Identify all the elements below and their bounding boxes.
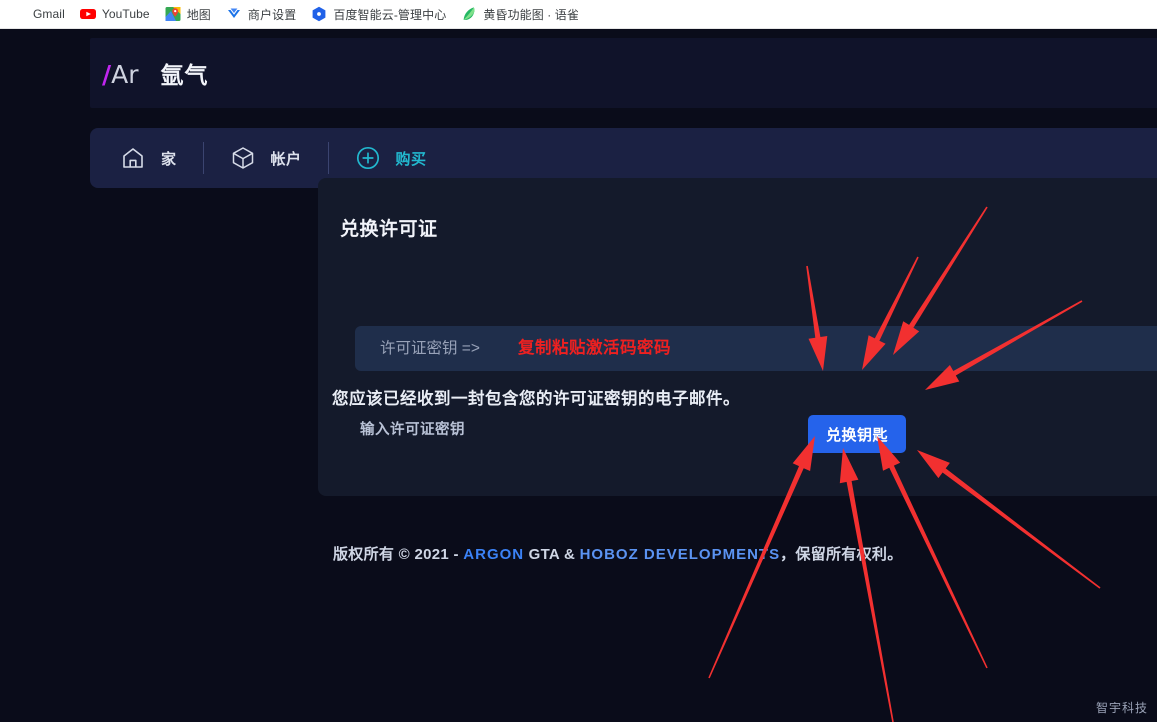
gmail-icon — [11, 6, 27, 22]
license-key-label: 输入许可证密钥 — [360, 422, 465, 438]
license-card: 兑换许可证 输入许可证密钥 复制粘贴激活码密码 您应该已经收到一封包含您的许可证… — [318, 178, 1157, 496]
nav-label: 帐户 — [270, 150, 302, 168]
license-key-input[interactable] — [355, 326, 1157, 371]
baidu-cloud-icon — [311, 6, 327, 22]
nav-item-home[interactable]: 家 — [90, 128, 203, 188]
bookmark-label: Gmail — [33, 7, 65, 21]
footer-link-hoboz[interactable]: HOBOZ DEVELOPMENTS — [580, 546, 781, 563]
footer-mid: GTA & — [524, 546, 580, 563]
helper-text: 您应该已经收到一封包含您的许可证密钥的电子邮件。 — [332, 390, 740, 408]
bookmark-label: 地图 — [186, 7, 211, 22]
site-header: /Ar 氩气 — [90, 38, 1157, 108]
brand-name: 氩气 — [160, 62, 209, 88]
brand-logo[interactable]: /Ar 氩气 — [90, 56, 209, 90]
footer-link-argon[interactable]: ARGON — [463, 546, 524, 563]
browser-bookmark-bar: Gmail YouTube 地图 商户设置 百度智能云-管理中心 黄昏功能图 ·… — [0, 0, 1157, 29]
bookmark-merchant-settings[interactable]: 商户设置 — [219, 2, 303, 26]
bookmark-gmail[interactable]: Gmail — [4, 2, 72, 26]
bookmark-label: 商户设置 — [247, 7, 297, 22]
cube-icon — [230, 145, 256, 171]
redeem-key-button[interactable]: 兑换钥匙 — [808, 415, 906, 453]
bookmark-youtube[interactable]: YouTube — [73, 2, 157, 26]
logo-mark: /Ar — [102, 60, 139, 89]
nav-item-account[interactable]: 帐户 — [204, 128, 328, 188]
footer-prefix: 版权所有 © 2021 - — [333, 546, 464, 563]
nav-label: 购买 — [395, 150, 427, 168]
footer-suffix: ，保留所有权利。 — [780, 546, 903, 563]
bookmark-label: 黄昏功能图 · 语雀 — [483, 7, 579, 22]
argon-app-page: /Ar 氩气 家 帐户 购买 兑换许可证 输入许可证密钥 许可证密钥 => 复制… — [0, 29, 1157, 722]
bookmark-baidu-cloud[interactable]: 百度智能云-管理中心 — [304, 2, 453, 26]
google-maps-icon — [165, 6, 181, 22]
merchant-settings-icon — [226, 6, 242, 22]
footer-copyright: 版权所有 © 2021 - ARGON GTA & HOBOZ DEVELOPM… — [333, 543, 903, 564]
plus-circle-icon — [355, 145, 381, 171]
logo-text: Ar — [111, 60, 139, 89]
yuque-icon — [461, 6, 477, 22]
bookmark-yuque[interactable]: 黄昏功能图 · 语雀 — [454, 2, 586, 26]
nav-label: 家 — [161, 150, 177, 168]
home-icon — [120, 145, 146, 171]
youtube-icon — [79, 6, 96, 22]
bookmark-label: 百度智能云-管理中心 — [333, 7, 447, 22]
watermark-text: 智宇科技 — [1095, 701, 1148, 715]
page-title: 兑换许可证 — [340, 219, 438, 240]
logo-slash: / — [102, 60, 112, 89]
bookmark-label: YouTube — [101, 7, 150, 21]
bookmark-maps[interactable]: 地图 — [158, 2, 218, 26]
